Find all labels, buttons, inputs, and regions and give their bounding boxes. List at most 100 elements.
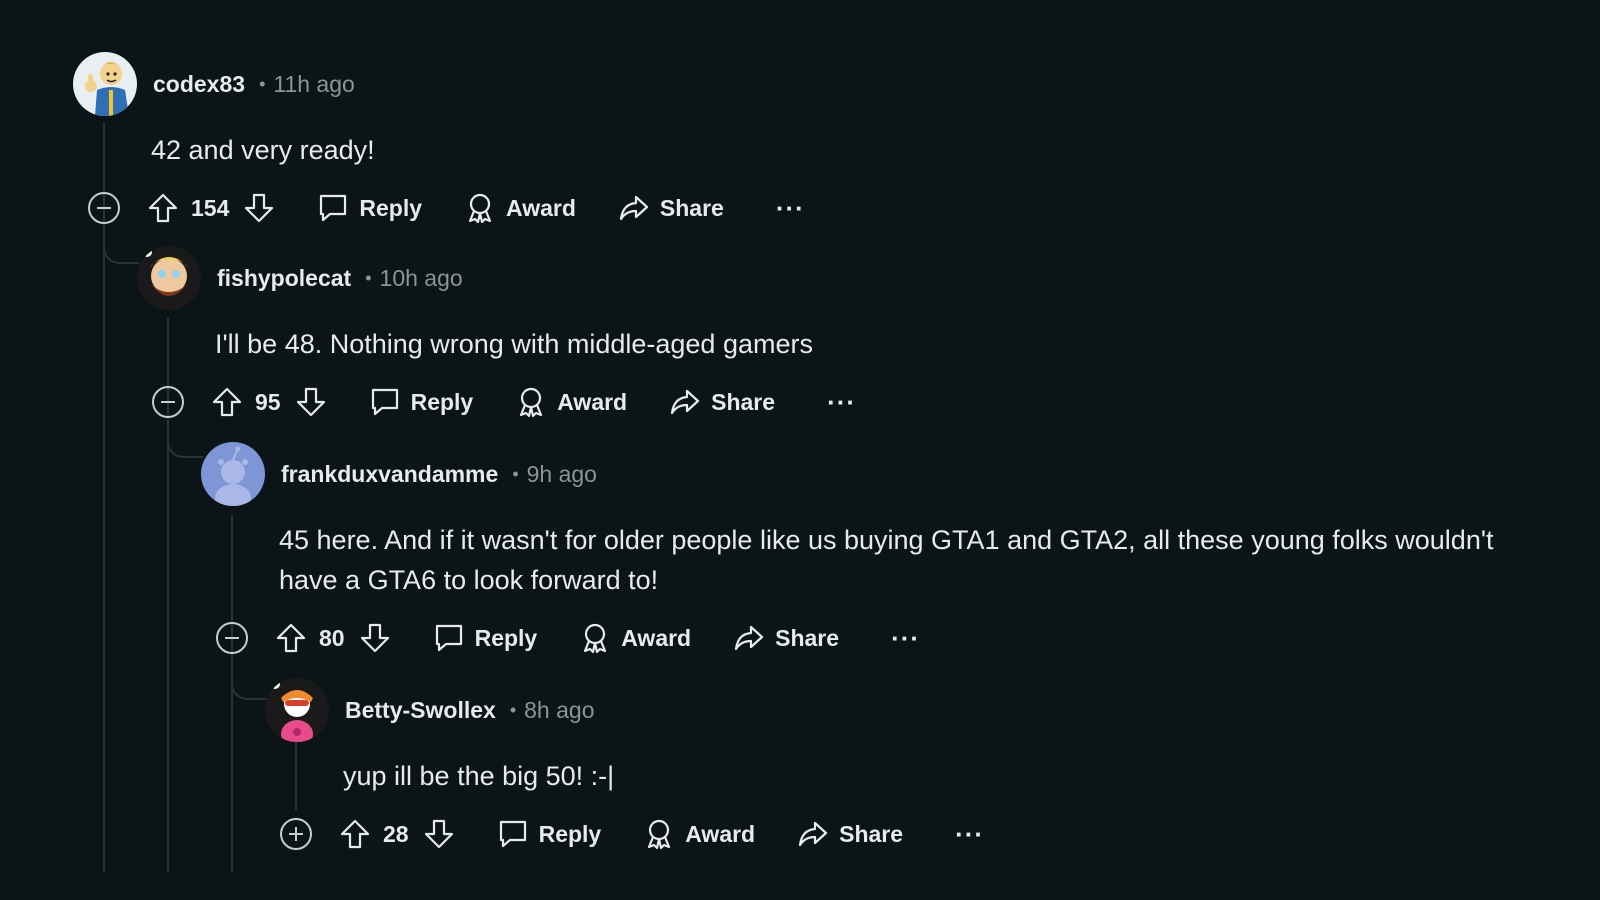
- comment-actions: 95 Reply Award Share ···: [151, 382, 856, 422]
- reply-label: Reply: [538, 820, 602, 847]
- reply-label: Reply: [474, 624, 538, 651]
- arrow-down-icon: [296, 387, 325, 417]
- expand-thread-button[interactable]: [279, 817, 313, 851]
- reply-button[interactable]: Reply: [497, 818, 602, 850]
- minus-circle-icon: [152, 386, 184, 418]
- award-label: Award: [557, 388, 628, 415]
- share-button[interactable]: Share: [618, 192, 724, 224]
- reply-button[interactable]: Reply: [433, 622, 538, 654]
- timestamp[interactable]: 8h ago: [524, 697, 594, 724]
- arrow-up-icon: [276, 623, 306, 653]
- thread-line-level-4: [295, 742, 297, 810]
- upvote-button[interactable]: [211, 386, 243, 418]
- vote-group: 154: [147, 192, 275, 224]
- vote-group: 28: [339, 818, 455, 850]
- timestamp[interactable]: 11h ago: [273, 71, 354, 98]
- meta-separator: •: [509, 699, 517, 720]
- share-button[interactable]: Share: [797, 818, 903, 850]
- collapse-thread-button[interactable]: [215, 621, 249, 655]
- timestamp[interactable]: 9h ago: [527, 461, 597, 488]
- more-options-button[interactable]: ···: [776, 195, 805, 221]
- award-button[interactable]: Award: [579, 622, 691, 654]
- share-label: Share: [775, 624, 840, 651]
- chat-bubble-icon: [499, 820, 526, 848]
- thread-hook: [231, 660, 267, 700]
- share-arrow-icon: [735, 625, 764, 651]
- collapse-thread-button[interactable]: [151, 385, 185, 419]
- comment-text: yup ill be the big 50! :-|: [343, 761, 615, 791]
- award-button[interactable]: Award: [464, 192, 576, 224]
- comment-actions: 80 Reply Award Share ···: [215, 618, 920, 658]
- award-icon: [584, 623, 607, 654]
- thread-hook: [103, 224, 139, 264]
- avatar[interactable]: [73, 52, 137, 116]
- arrow-down-icon: [360, 623, 389, 653]
- downvote-button[interactable]: [243, 192, 275, 224]
- vote-count: 28: [383, 820, 409, 847]
- vote-count: 95: [255, 388, 281, 415]
- share-arrow-icon: [799, 821, 828, 847]
- award-label: Award: [506, 194, 576, 221]
- upvote-button[interactable]: [275, 622, 307, 654]
- award-label: Award: [685, 820, 756, 847]
- thread-line-level-3: [231, 515, 233, 872]
- comment-header: Betty-Swollex • 8h ago: [265, 678, 595, 742]
- avatar[interactable]: [265, 678, 329, 742]
- comment-header: codex83 • 11h ago: [73, 52, 355, 116]
- plus-circle-icon: [280, 818, 312, 850]
- chat-bubble-icon: [320, 194, 347, 222]
- username[interactable]: Betty-Swollex: [345, 697, 496, 724]
- upvote-button[interactable]: [147, 192, 179, 224]
- username[interactable]: frankduxvandamme: [281, 461, 498, 488]
- vote-group: 80: [275, 622, 391, 654]
- downvote-button[interactable]: [423, 818, 455, 850]
- comment-header: frankduxvandamme • 9h ago: [201, 442, 597, 506]
- username[interactable]: codex83: [153, 71, 245, 98]
- username[interactable]: fishypolecat: [217, 265, 351, 292]
- upvote-button[interactable]: [339, 818, 371, 850]
- share-button[interactable]: Share: [669, 386, 775, 418]
- arrow-down-icon: [245, 193, 274, 223]
- award-button[interactable]: Award: [515, 386, 627, 418]
- award-button[interactable]: Award: [643, 818, 755, 850]
- reply-button[interactable]: Reply: [369, 386, 474, 418]
- reply-button[interactable]: Reply: [317, 192, 422, 224]
- comment-text: I'll be 48. Nothing wrong with middle-ag…: [215, 329, 813, 359]
- chat-bubble-icon: [435, 624, 462, 652]
- arrow-up-icon: [148, 193, 178, 223]
- comment-text: 45 here. And if it wasn't for older peop…: [279, 525, 1494, 595]
- timestamp[interactable]: 10h ago: [380, 265, 463, 292]
- comment-actions: 28 Reply Award Share ···: [279, 814, 984, 854]
- vote-group: 95: [211, 386, 327, 418]
- share-arrow-icon: [671, 389, 700, 415]
- award-icon: [468, 193, 492, 224]
- more-options-button[interactable]: ···: [955, 821, 984, 847]
- downvote-button[interactable]: [359, 622, 391, 654]
- minus-circle-icon: [88, 192, 120, 224]
- comment-header: fishypolecat • 10h ago: [137, 246, 463, 310]
- thread-hook: [167, 418, 203, 458]
- comment-actions: 154 Reply Award Share ···: [87, 188, 805, 228]
- more-options-button[interactable]: ···: [827, 389, 856, 415]
- arrow-down-icon: [424, 819, 453, 849]
- avatar[interactable]: [137, 246, 201, 310]
- vote-count: 154: [191, 194, 230, 221]
- award-icon: [520, 387, 543, 418]
- award-icon: [648, 819, 671, 850]
- meta-separator: •: [365, 267, 372, 288]
- share-label: Share: [659, 194, 724, 221]
- vote-count: 80: [319, 624, 345, 651]
- reply-label: Reply: [359, 194, 423, 221]
- chat-bubble-icon: [371, 388, 398, 416]
- collapse-thread-button[interactable]: [87, 191, 121, 225]
- meta-separator: •: [259, 73, 266, 94]
- share-arrow-icon: [619, 195, 649, 221]
- reply-label: Reply: [410, 388, 474, 415]
- share-button[interactable]: Share: [733, 622, 839, 654]
- arrow-up-icon: [212, 387, 242, 417]
- avatar[interactable]: [201, 442, 265, 506]
- more-options-button[interactable]: ···: [891, 625, 920, 651]
- downvote-button[interactable]: [295, 386, 327, 418]
- arrow-up-icon: [340, 819, 370, 849]
- award-label: Award: [621, 624, 692, 651]
